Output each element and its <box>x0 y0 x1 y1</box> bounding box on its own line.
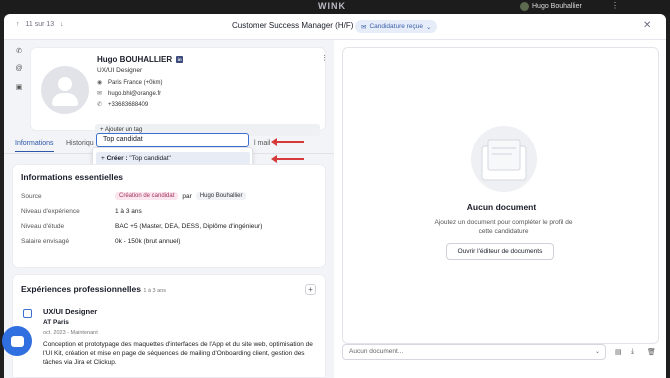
experience-count: 1 à 3 ans <box>143 288 167 294</box>
avatar-head <box>58 77 72 91</box>
location-text: Paris France (+0km) <box>108 79 163 86</box>
email-icon[interactable]: @ <box>12 65 26 83</box>
open-editor-button[interactable]: Ouvrir l'éditeur de documents <box>446 243 554 260</box>
status-label: Candidature reçue <box>369 23 423 30</box>
candidate-name-row: Hugo BOUHALLIER in <box>97 55 184 64</box>
phone-icon[interactable]: ✆ <box>12 47 26 65</box>
next-icon[interactable]: ↓ <box>60 21 64 28</box>
profile-menu-icon[interactable]: ⋮ <box>321 54 328 62</box>
user-name: Hugo Bouhallier <box>532 3 582 10</box>
add-experience-button[interactable]: + <box>305 284 316 295</box>
chevron-down-icon: ⌄ <box>594 349 600 355</box>
experience-label: Niveau d'expérience <box>21 208 80 215</box>
experience-dates: oct. 2023 - Maintenant <box>43 330 98 336</box>
candidate-avatar <box>41 66 89 114</box>
candidate-navigation: ↑ 11 sur 13 ↓ <box>16 21 64 28</box>
experience-company: AT Paris <box>43 319 69 326</box>
modal-header: ↑ 11 sur 13 ↓ Customer Success Manager (… <box>4 14 666 40</box>
experience-description: Conception et prototypage des maquettes … <box>43 341 313 366</box>
app-topbar: WINK Hugo Bouhallier ⋮ <box>0 0 670 14</box>
calendar-icon[interactable]: ▣ <box>12 83 26 101</box>
experience-title-row: Expériences professionnelles 1 à 3 ans <box>21 284 166 294</box>
avatar-body <box>52 93 78 106</box>
empty-title: Aucun document <box>466 202 537 212</box>
linkedin-icon[interactable]: in <box>176 56 184 63</box>
candidate-name: Hugo BOUHALLIER <box>97 55 173 64</box>
source-label: Source <box>21 193 42 200</box>
chat-launcher-button[interactable] <box>2 326 32 356</box>
phone-text[interactable]: +33683688409 <box>108 102 148 108</box>
close-icon[interactable]: ✕ <box>643 20 651 31</box>
salary-label: Salaire envisagé <box>21 238 70 245</box>
profile-card: Hugo BOUHALLIER in UX/UI Designer ◉ Pari… <box>30 47 326 136</box>
briefcase-icon <box>23 309 32 318</box>
tab-historique[interactable]: Historiqu <box>66 140 94 147</box>
section-title: Expériences professionnelles <box>21 284 141 294</box>
envelope-icon: ✉ <box>361 23 367 31</box>
brand-logo: WINK <box>318 1 346 11</box>
document-select-value: Aucun document... <box>349 348 404 355</box>
phone-small-icon: ✆ <box>97 102 103 108</box>
previous-icon[interactable]: ↑ <box>16 21 20 28</box>
more-icon[interactable]: ⋮ <box>611 1 619 10</box>
email-text[interactable]: hugo.bhl@orange.fr <box>108 91 161 97</box>
essential-info-section: Informations essentielles Source Créatio… <box>12 164 326 268</box>
documents-panel: Aucun document Ajoutez un document pour … <box>342 47 659 344</box>
source-badge: Création de candidat <box>115 192 179 200</box>
contact-rail: ✆ @ ▣ <box>12 47 26 101</box>
annotation-arrow <box>271 155 304 163</box>
document-view-icon[interactable]: ▤ <box>615 348 622 356</box>
empty-text: Ajoutez un document pour compléter le pr… <box>434 219 573 235</box>
section-title: Informations essentielles <box>21 172 124 182</box>
chat-icon <box>10 335 24 347</box>
create-value: "Top candidat" <box>127 155 171 162</box>
candidate-modal: ↑ 11 sur 13 ↓ Customer Success Manager (… <box>4 14 666 378</box>
user-menu[interactable]: Hugo Bouhallier <box>520 2 582 11</box>
tab-informations[interactable]: Informations <box>15 140 54 152</box>
study-label: Niveau d'étude <box>21 223 65 230</box>
location-row: ◉ Paris France (+0km) <box>97 79 163 87</box>
email-row: ✉ hugo.bhl@orange.fr <box>97 90 161 98</box>
chevron-down-icon: ⌄ <box>425 23 432 31</box>
location-icon: ◉ <box>97 80 103 86</box>
source-par: par <box>182 192 192 200</box>
source-user: Hugo Bouhallier <box>195 192 247 200</box>
mail-icon: ✉ <box>97 91 103 97</box>
experience-section: Expériences professionnelles 1 à 3 ans +… <box>12 274 326 378</box>
candidate-counter: 11 sur 13 <box>25 21 55 28</box>
phone-row: ✆ +33683688409 <box>97 101 148 109</box>
experience-value: 1 à 3 ans <box>115 208 142 215</box>
experience-job: UX/UI Designer <box>43 307 98 316</box>
job-title: Customer Success Manager (H/F) <box>232 21 354 30</box>
plus-icon: + <box>101 155 105 162</box>
download-icon[interactable]: ⤓ <box>631 348 634 356</box>
document-select[interactable]: Aucun document... ⌄ <box>342 344 606 360</box>
tag-input[interactable]: Top candidat <box>96 133 249 147</box>
tab-email[interactable]: l mail <box>254 140 270 147</box>
source-value: Création de candidat par Hugo Bouhallier <box>115 192 247 200</box>
candidate-job: UX/UI Designer <box>97 67 143 74</box>
status-dropdown[interactable]: ✉ Candidature reçue ⌄ <box>355 20 438 33</box>
avatar <box>520 2 529 11</box>
study-value: BAC +5 (Master, DEA, DESS, Diplôme d'ing… <box>115 223 263 230</box>
salary-value: 0k - 150k (brut annuel) <box>115 238 181 245</box>
annotation-arrow <box>271 138 304 146</box>
trash-icon[interactable]: 🗑 <box>647 348 656 356</box>
empty-documents-illustration <box>471 126 537 192</box>
create-label: Créer : <box>106 155 128 162</box>
